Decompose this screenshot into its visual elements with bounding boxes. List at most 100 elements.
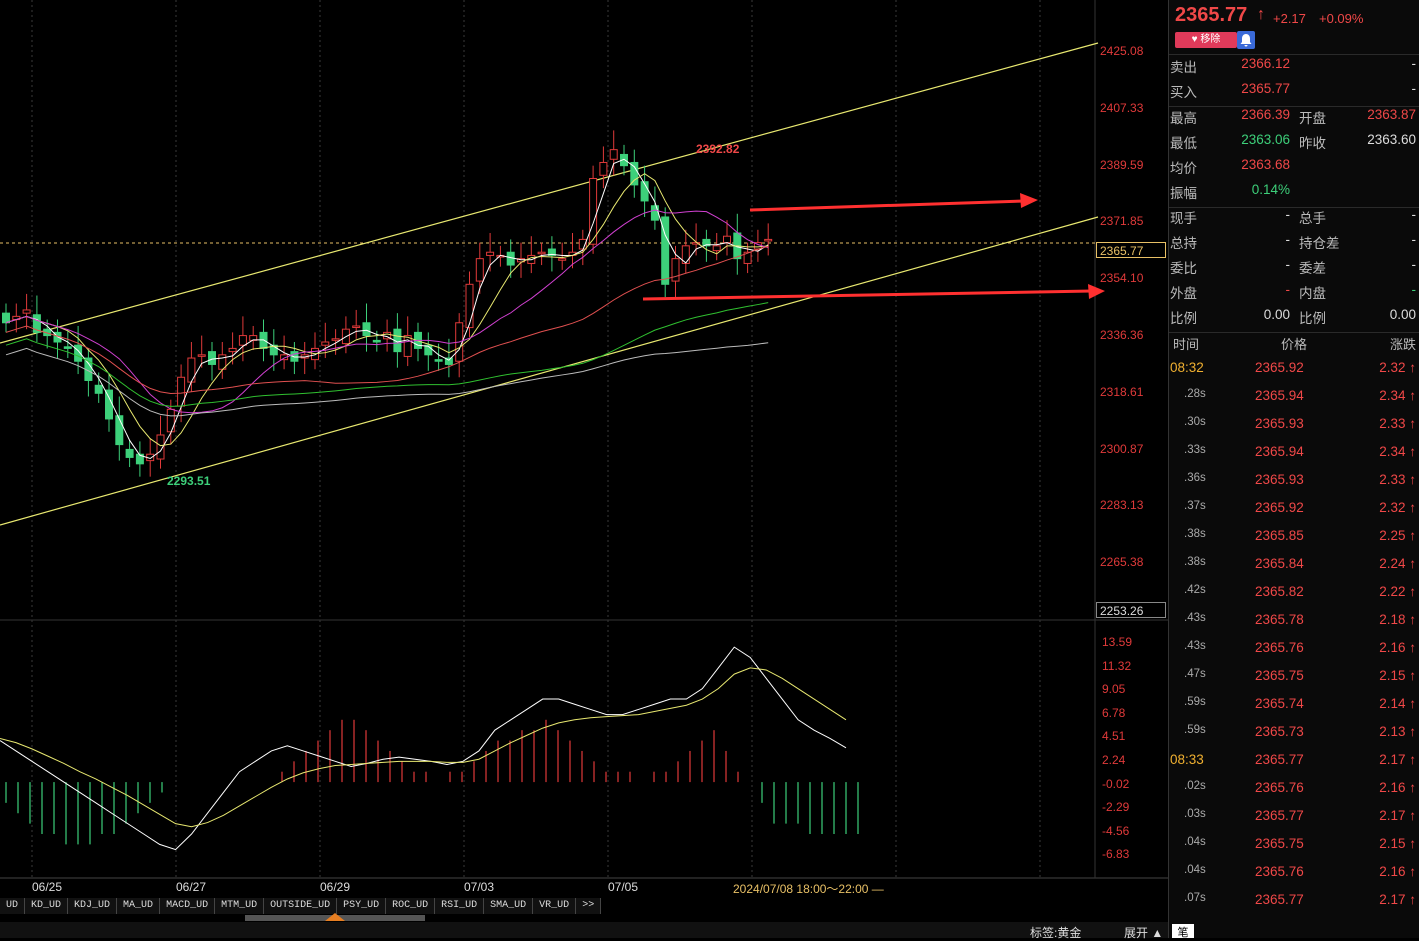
quote-label: 委差: [1299, 261, 1326, 276]
bell-icon[interactable]: [1237, 31, 1255, 49]
tick-time: .43s: [1184, 612, 1206, 624]
indicator-tab[interactable]: MA_UD: [117, 898, 161, 914]
quote-label: 均价: [1170, 161, 1197, 176]
pen-button[interactable]: 笔: [1172, 924, 1194, 939]
quote-value: -: [1285, 282, 1291, 297]
tick-time: .30s: [1184, 416, 1206, 428]
tick-price: 2365.85: [1255, 528, 1304, 543]
tick-price: 2365.92: [1255, 500, 1304, 515]
indicator-tab[interactable]: VR_UD: [533, 898, 577, 914]
candle-body: [465, 283, 474, 329]
tick-change: 2.22 ↑: [1379, 584, 1416, 599]
quote-label: 振幅: [1170, 186, 1197, 201]
quote-row: 振幅 0.14%: [1169, 182, 1419, 207]
tick-change: 2.13 ↑: [1379, 724, 1416, 739]
tick-change: 2.34 ↑: [1379, 444, 1416, 459]
indicator-tab[interactable]: KD_UD: [25, 898, 69, 914]
candle-body: [197, 354, 206, 357]
candle-body: [208, 351, 216, 365]
tick-change: 2.33 ↑: [1379, 472, 1416, 487]
tick-change: 2.18 ↑: [1379, 612, 1416, 627]
quote-label: 买入: [1170, 85, 1197, 100]
price-change: +2.17: [1273, 11, 1306, 26]
macd-axis-label: 9.05: [1102, 682, 1126, 697]
indicator-tab[interactable]: RSI_UD: [435, 898, 485, 914]
tick-time: 08:32: [1170, 360, 1204, 375]
chart-canvas[interactable]: [0, 0, 1168, 900]
tick-price: 2365.73: [1255, 724, 1304, 739]
tick-row: .38s 2365.84 2.24 ↑: [1169, 556, 1419, 584]
indicator-tab[interactable]: PSY_UD: [337, 898, 387, 914]
indicator-tab[interactable]: ROC_UD: [386, 898, 436, 914]
indicator-tab[interactable]: >>: [576, 898, 602, 914]
quote-label: 总持: [1170, 236, 1197, 251]
tick-row: .37s 2365.92 2.32 ↑: [1169, 500, 1419, 528]
candle-body: [187, 357, 196, 383]
tick-time: .59s: [1184, 724, 1206, 736]
macd-axis-label: 4.51: [1102, 729, 1126, 744]
quote-value: -: [1411, 56, 1417, 71]
tick-header-change: 涨跌: [1389, 337, 1416, 352]
price-axis-label: 2265.38: [1100, 555, 1144, 570]
indicator-tab[interactable]: SMA_UD: [484, 898, 534, 914]
candle-body: [712, 245, 721, 252]
tick-row: .33s 2365.94 2.34 ↑: [1169, 444, 1419, 472]
date-label: 06/29: [320, 880, 351, 894]
tick-change: 2.16 ↑: [1379, 640, 1416, 655]
remove-favorite-button[interactable]: ♥ 移除: [1175, 32, 1237, 48]
tick-row: .59s 2365.73 2.13 ↑: [1169, 724, 1419, 752]
quote-value: 0.00: [1389, 307, 1416, 322]
tick-time: .42s: [1184, 584, 1206, 596]
tick-price: 2365.94: [1255, 388, 1304, 403]
indicator-tab[interactable]: OUTSIDE_UD: [264, 898, 338, 914]
tick-time: .28s: [1184, 388, 1206, 400]
macd-axis-label: -2.29: [1102, 800, 1130, 815]
tick-price: 2365.77: [1255, 892, 1304, 907]
quote-label: 比例: [1299, 311, 1326, 326]
tick-row: .42s 2365.82 2.22 ↑: [1169, 584, 1419, 612]
tick-row: .03s 2365.77 2.17 ↑: [1169, 808, 1419, 836]
tick-change: 2.25 ↑: [1379, 528, 1416, 543]
candle-body: [558, 258, 567, 261]
tick-row: .04s 2365.76 2.16 ↑: [1169, 864, 1419, 892]
indicator-tab[interactable]: MACD_UD: [160, 898, 216, 914]
tick-row: .04s 2365.75 2.15 ↑: [1169, 836, 1419, 864]
price-axis-label: 2318.61: [1100, 384, 1144, 399]
candle-body: [166, 408, 175, 433]
quote-label: 持仓差: [1299, 236, 1340, 251]
quote-value: 2366.39: [1241, 107, 1290, 122]
status-bar: [0, 922, 1168, 938]
tick-price: 2365.76: [1255, 640, 1304, 655]
quote-label: 卖出: [1170, 60, 1197, 75]
tick-change: 2.17 ↑: [1379, 808, 1416, 823]
candle-body: [650, 205, 659, 221]
scroll-marker-icon[interactable]: [325, 913, 345, 921]
expand-button[interactable]: 展开 ▲: [1124, 924, 1163, 941]
quote-row: 委比 - 委差 -: [1169, 257, 1419, 282]
quote-label: 昨收: [1299, 136, 1326, 151]
tick-time: .47s: [1184, 668, 1206, 680]
date-label: 06/27: [176, 880, 207, 894]
indicator-tab[interactable]: KDJ_UD: [68, 898, 118, 914]
candle-body: [238, 335, 247, 346]
bottom-price-box: 2253.26: [1096, 602, 1166, 618]
macd-dea-line: [0, 667, 847, 828]
quote-row: 最低 2363.06 昨收 2363.60: [1169, 132, 1419, 157]
tick-row: .43s 2365.78 2.18 ↑: [1169, 612, 1419, 640]
kline-chart[interactable]: 2425.08 2407.33 2389.59 2371.85 2354.10 2336.…: [0, 0, 1168, 900]
tick-time: .07s: [1184, 892, 1206, 904]
tick-time: .03s: [1184, 808, 1206, 820]
tick-change: 2.33 ↑: [1379, 416, 1416, 431]
candle-body: [362, 322, 371, 337]
candle-body: [22, 309, 31, 314]
candle-body: [486, 251, 495, 256]
candle-body: [105, 389, 113, 420]
price-axis-label: 2300.87: [1100, 441, 1144, 456]
candle-body: [2, 312, 10, 324]
candle-body: [475, 258, 484, 282]
tick-price: 2365.84: [1255, 556, 1304, 571]
indicator-tab[interactable]: MTM_UD: [215, 898, 265, 914]
indicator-tab[interactable]: UD: [0, 898, 26, 914]
tick-price: 2365.76: [1255, 864, 1304, 879]
price-axis-label: 2389.59: [1100, 157, 1144, 172]
